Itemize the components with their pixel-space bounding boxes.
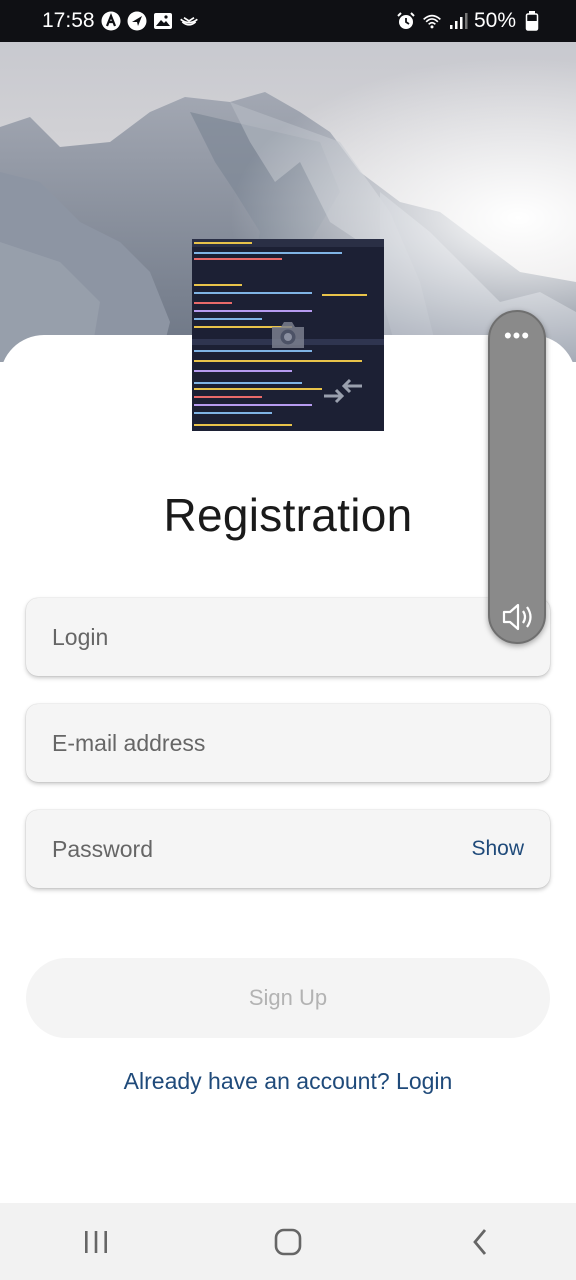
- gallery-icon: [153, 11, 173, 31]
- login-placeholder: Login: [52, 623, 109, 650]
- navigation-icon: [127, 11, 147, 31]
- status-left: 17:58: [42, 9, 199, 33]
- sign-up-button[interactable]: Sign Up: [26, 958, 550, 1038]
- battery-percent: 50%: [473, 9, 516, 32]
- clock: 17:58: [42, 9, 95, 32]
- login-input[interactable]: Login: [26, 598, 550, 676]
- speaker-icon[interactable]: [501, 602, 535, 632]
- password-placeholder: Password: [52, 835, 153, 862]
- back-icon[interactable]: [450, 1217, 510, 1267]
- status-right: 50%: [396, 9, 542, 33]
- volume-panel[interactable]: •••: [488, 310, 546, 644]
- system-nav-bar: [0, 1203, 576, 1280]
- camera-icon[interactable]: [268, 318, 308, 352]
- login-link[interactable]: Already have an account? Login: [0, 1068, 576, 1095]
- password-input[interactable]: Password Show: [26, 810, 550, 888]
- swap-arrows-icon[interactable]: [322, 376, 364, 406]
- app-a-icon: [101, 11, 121, 31]
- wifi-icon: [422, 11, 442, 31]
- battery-icon: [522, 11, 542, 31]
- signal-icon: [448, 11, 468, 31]
- email-input[interactable]: E-mail address: [26, 704, 550, 782]
- more-options-icon[interactable]: •••: [490, 325, 544, 347]
- email-placeholder: E-mail address: [52, 729, 206, 756]
- status-bar: 17:58 50%: [0, 0, 576, 42]
- alarm-icon: [396, 11, 416, 31]
- recent-apps-icon[interactable]: [66, 1217, 126, 1267]
- cast-icon: [179, 11, 199, 31]
- home-icon[interactable]: [258, 1217, 318, 1267]
- show-password-button[interactable]: Show: [471, 837, 524, 861]
